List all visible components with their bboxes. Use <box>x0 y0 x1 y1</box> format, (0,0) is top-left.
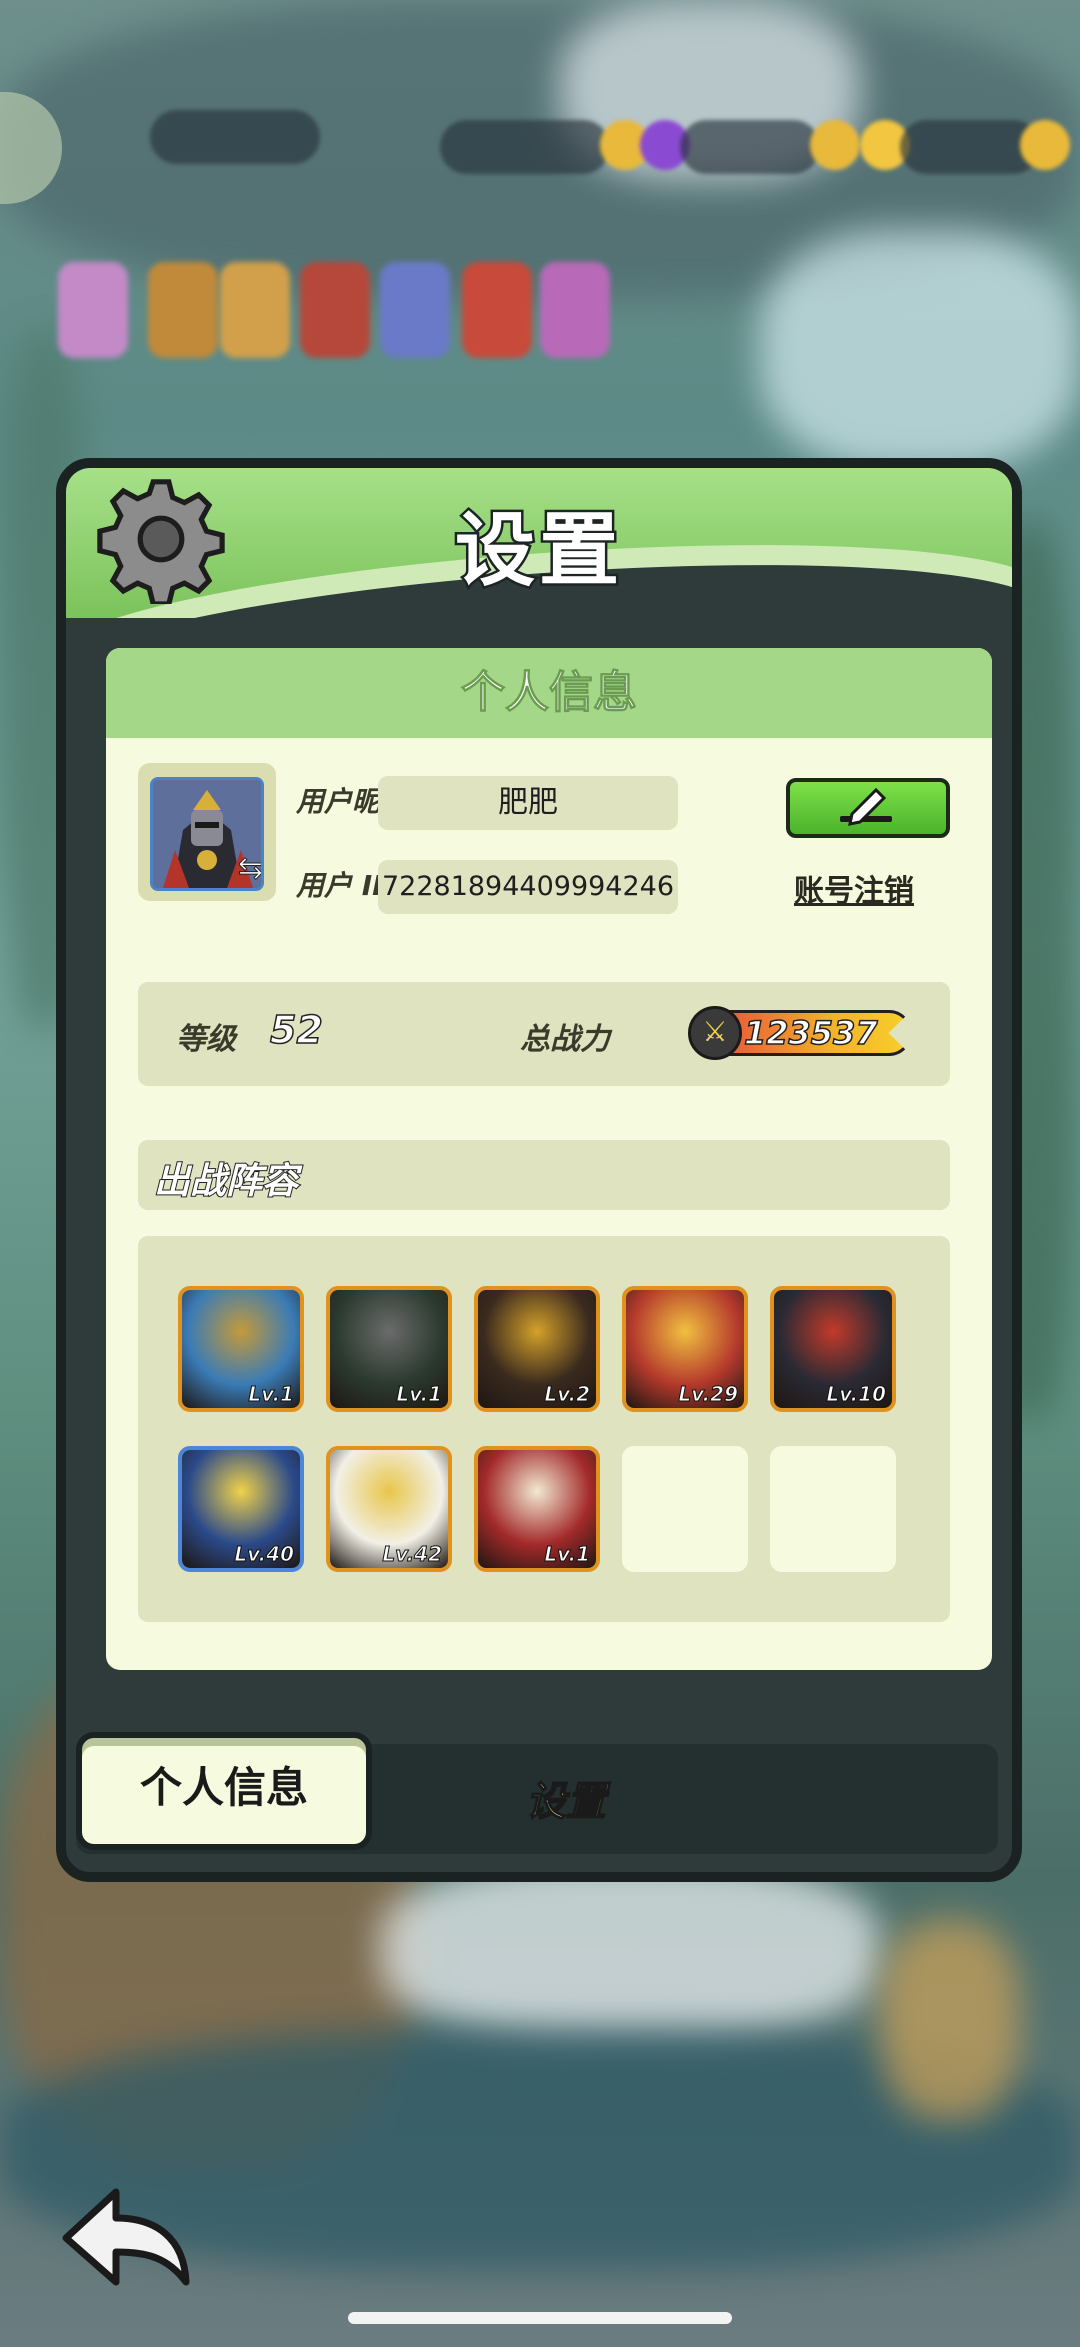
modal-header: 设置 <box>66 468 1012 618</box>
lineup-hero-slot[interactable]: Lv.10 <box>770 1286 896 1412</box>
tab-settings[interactable]: 设置 <box>446 1762 686 1842</box>
top-hud <box>0 90 1080 200</box>
pencil-icon <box>840 787 892 826</box>
hero-level: Lv.10 <box>826 1382 887 1407</box>
lineup-hero-slot[interactable]: Lv.2 <box>474 1286 600 1412</box>
gem-add-icon <box>810 120 860 170</box>
hero-level: Lv.42 <box>382 1542 443 1567</box>
account-cancel-link[interactable]: 账号注销 <box>794 866 914 910</box>
hero-level: Lv.40 <box>234 1542 295 1567</box>
profile-section-title: 个人信息 <box>106 648 992 738</box>
lineup-empty-slot[interactable] <box>622 1446 748 1572</box>
settings-modal: 设置 个人信息 ⇆ 用户昵称 肥肥 用户 ID 7228189440999424… <box>56 458 1022 1882</box>
lineup-header: 出战阵容 <box>138 1140 950 1210</box>
hero-level: Lv.1 <box>544 1542 591 1567</box>
back-arrow-icon[interactable] <box>56 2178 196 2298</box>
swap-icon[interactable]: ⇆ <box>237 851 261 887</box>
lineup-empty-slot[interactable] <box>770 1446 896 1572</box>
lineup-hero-slot[interactable]: Lv.1 <box>178 1286 304 1412</box>
home-indicator[interactable] <box>348 2312 732 2324</box>
modal-title: 设置 <box>453 502 623 600</box>
lineup-hero-slot[interactable]: Lv.29 <box>622 1286 748 1412</box>
tab-profile[interactable]: 个人信息 <box>76 1732 372 1850</box>
edit-nickname-button[interactable] <box>786 778 950 838</box>
coin-add-icon <box>1020 120 1070 170</box>
lineup-title: 出战阵容 <box>153 1160 299 1203</box>
profile-panel: 个人信息 ⇆ 用户昵称 肥肥 用户 ID 72281894409994246 账… <box>106 648 992 1670</box>
lineup-hero-slot[interactable]: Lv.42 <box>326 1446 452 1572</box>
resource-pill-energy <box>440 120 610 174</box>
hero-level: Lv.1 <box>248 1382 295 1407</box>
power-label: 总战力 <box>520 1022 610 1057</box>
nickname-field: 肥肥 <box>378 776 678 830</box>
power-badge: ⚔ 123537 <box>688 1006 918 1060</box>
hero-level: Lv.1 <box>396 1382 443 1407</box>
power-value: 123537 <box>743 1013 878 1053</box>
player-level-pill <box>150 110 320 164</box>
lineup-hero-slot[interactable]: Lv.1 <box>326 1286 452 1412</box>
tab-bar: 个人信息 设置 <box>76 1732 998 1854</box>
lineup-hero-slot[interactable]: Lv.40 <box>178 1446 304 1572</box>
lineup-grid: Lv.1 Lv.1 Lv.2 Lv.29 Lv.10 Lv.40 Lv.42 Lv.1 <box>138 1236 950 1622</box>
resource-pill-gems <box>680 120 820 174</box>
level-value: 52 <box>269 1007 323 1053</box>
user-id-field: 72281894409994246 <box>378 860 678 914</box>
stats-row: 等级 52 总战力 ⚔ 123537 <box>138 982 950 1086</box>
hero-level: Lv.29 <box>678 1382 739 1407</box>
level-label: 等级 <box>176 1022 236 1057</box>
resource-pill-coins <box>900 120 1040 174</box>
hero-level: Lv.2 <box>544 1382 591 1407</box>
avatar-frame[interactable]: ⇆ <box>138 763 276 901</box>
lineup-hero-slot[interactable]: Lv.1 <box>474 1446 600 1572</box>
crossed-swords-icon: ⚔ <box>688 1006 742 1060</box>
avatar[interactable]: ⇆ <box>150 777 264 891</box>
